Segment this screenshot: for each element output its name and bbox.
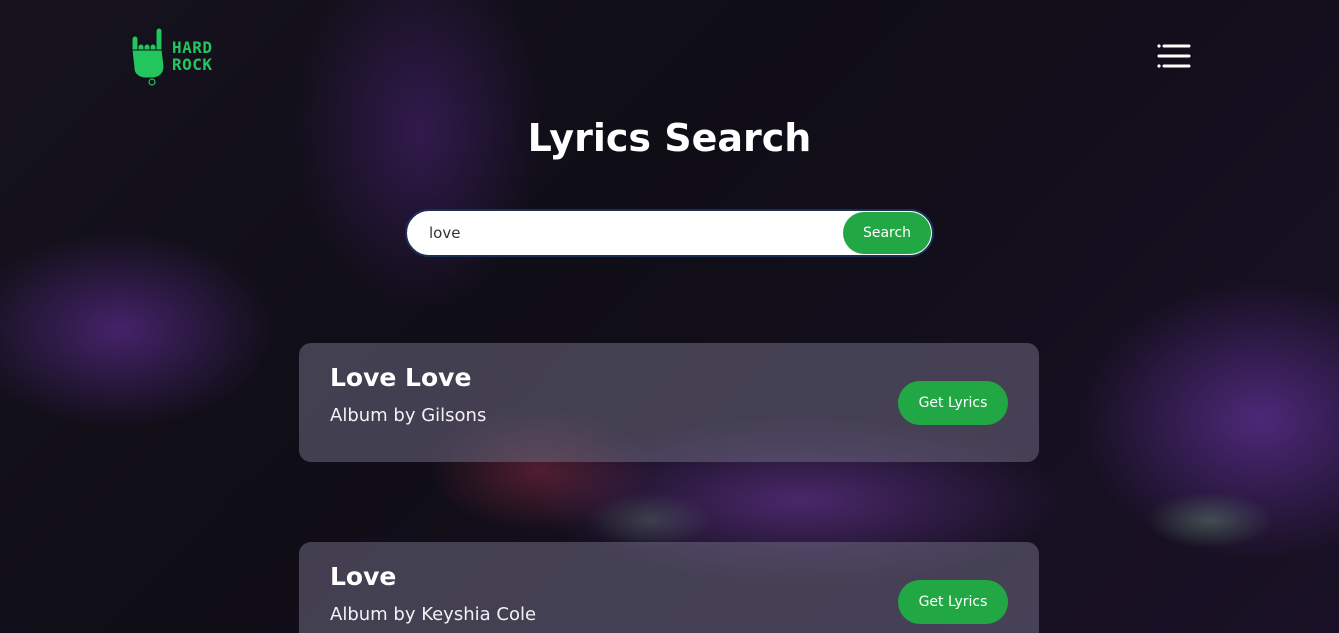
get-lyrics-button[interactable]: Get Lyrics: [898, 381, 1008, 425]
background-image: [0, 0, 1339, 633]
logo-text-line1: HARD: [172, 38, 213, 57]
page-title: Lyrics Search: [527, 116, 812, 160]
search-button[interactable]: Search: [843, 212, 931, 254]
get-lyrics-button[interactable]: Get Lyrics: [898, 580, 1008, 624]
result-subtitle: Album by Keyshia Cole: [330, 604, 537, 625]
search-input[interactable]: [407, 211, 843, 255]
menu-button[interactable]: [1156, 42, 1192, 70]
result-card: Love Love Album by Gilsons Get Lyrics: [299, 343, 1039, 462]
search-bar: Search: [405, 209, 934, 257]
result-title: Love Love: [330, 363, 472, 392]
result-title: Love: [330, 562, 397, 591]
logo[interactable]: HARD ROCK: [130, 26, 220, 86]
result-subtitle: Album by Gilsons: [330, 405, 487, 426]
hamburger-menu-icon: [1157, 44, 1191, 68]
rock-hand-icon: [131, 27, 165, 86]
logo-text: HARD ROCK: [172, 39, 213, 73]
result-card: Love Album by Keyshia Cole Get Lyrics: [299, 542, 1039, 633]
logo-text-line2: ROCK: [172, 55, 213, 74]
